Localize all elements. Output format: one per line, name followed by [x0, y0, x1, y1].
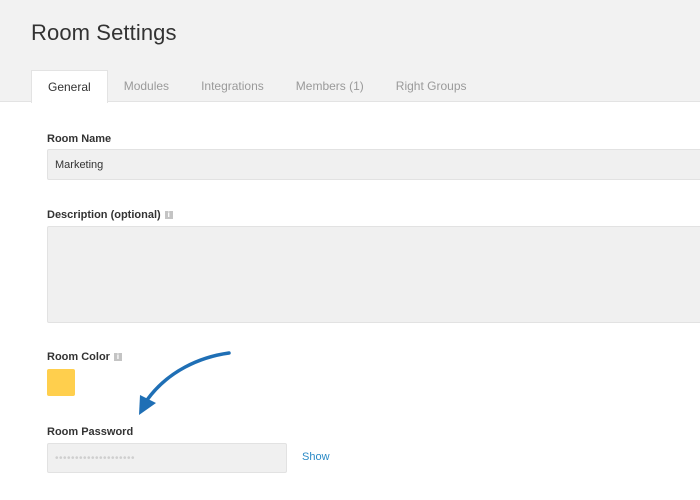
- room-name-label: Room Name: [47, 133, 111, 145]
- room-password-label: Room Password: [47, 426, 133, 438]
- tab-bar: General Modules Integrations Members (1)…: [31, 70, 483, 103]
- room-color-swatch[interactable]: [47, 369, 75, 396]
- tab-integrations[interactable]: Integrations: [185, 70, 280, 103]
- page-title: Room Settings: [31, 20, 177, 45]
- info-icon[interactable]: i: [164, 211, 173, 219]
- room-color-label: Room Color i: [47, 351, 122, 363]
- description-textarea[interactable]: [47, 226, 700, 323]
- annotation-arrow-icon: [139, 351, 231, 415]
- room-password-label-text: Room Password: [47, 426, 134, 438]
- description-label-text: Description (optional): [47, 209, 161, 221]
- tab-right-groups[interactable]: Right Groups: [380, 70, 483, 103]
- show-password-link[interactable]: Show: [302, 451, 330, 463]
- tab-general[interactable]: General: [31, 70, 108, 103]
- room-color-label-text: Room Color: [47, 351, 110, 363]
- room-name-label-text: Room Name: [47, 133, 112, 145]
- info-icon[interactable]: i: [113, 353, 122, 361]
- page-header: Room Settings General Modules Integratio…: [0, 0, 700, 103]
- room-name-input[interactable]: [47, 149, 700, 180]
- room-password-input[interactable]: [47, 443, 287, 473]
- description-label: Description (optional) i: [47, 209, 173, 221]
- tab-modules[interactable]: Modules: [108, 70, 185, 103]
- tab-members[interactable]: Members (1): [280, 70, 380, 103]
